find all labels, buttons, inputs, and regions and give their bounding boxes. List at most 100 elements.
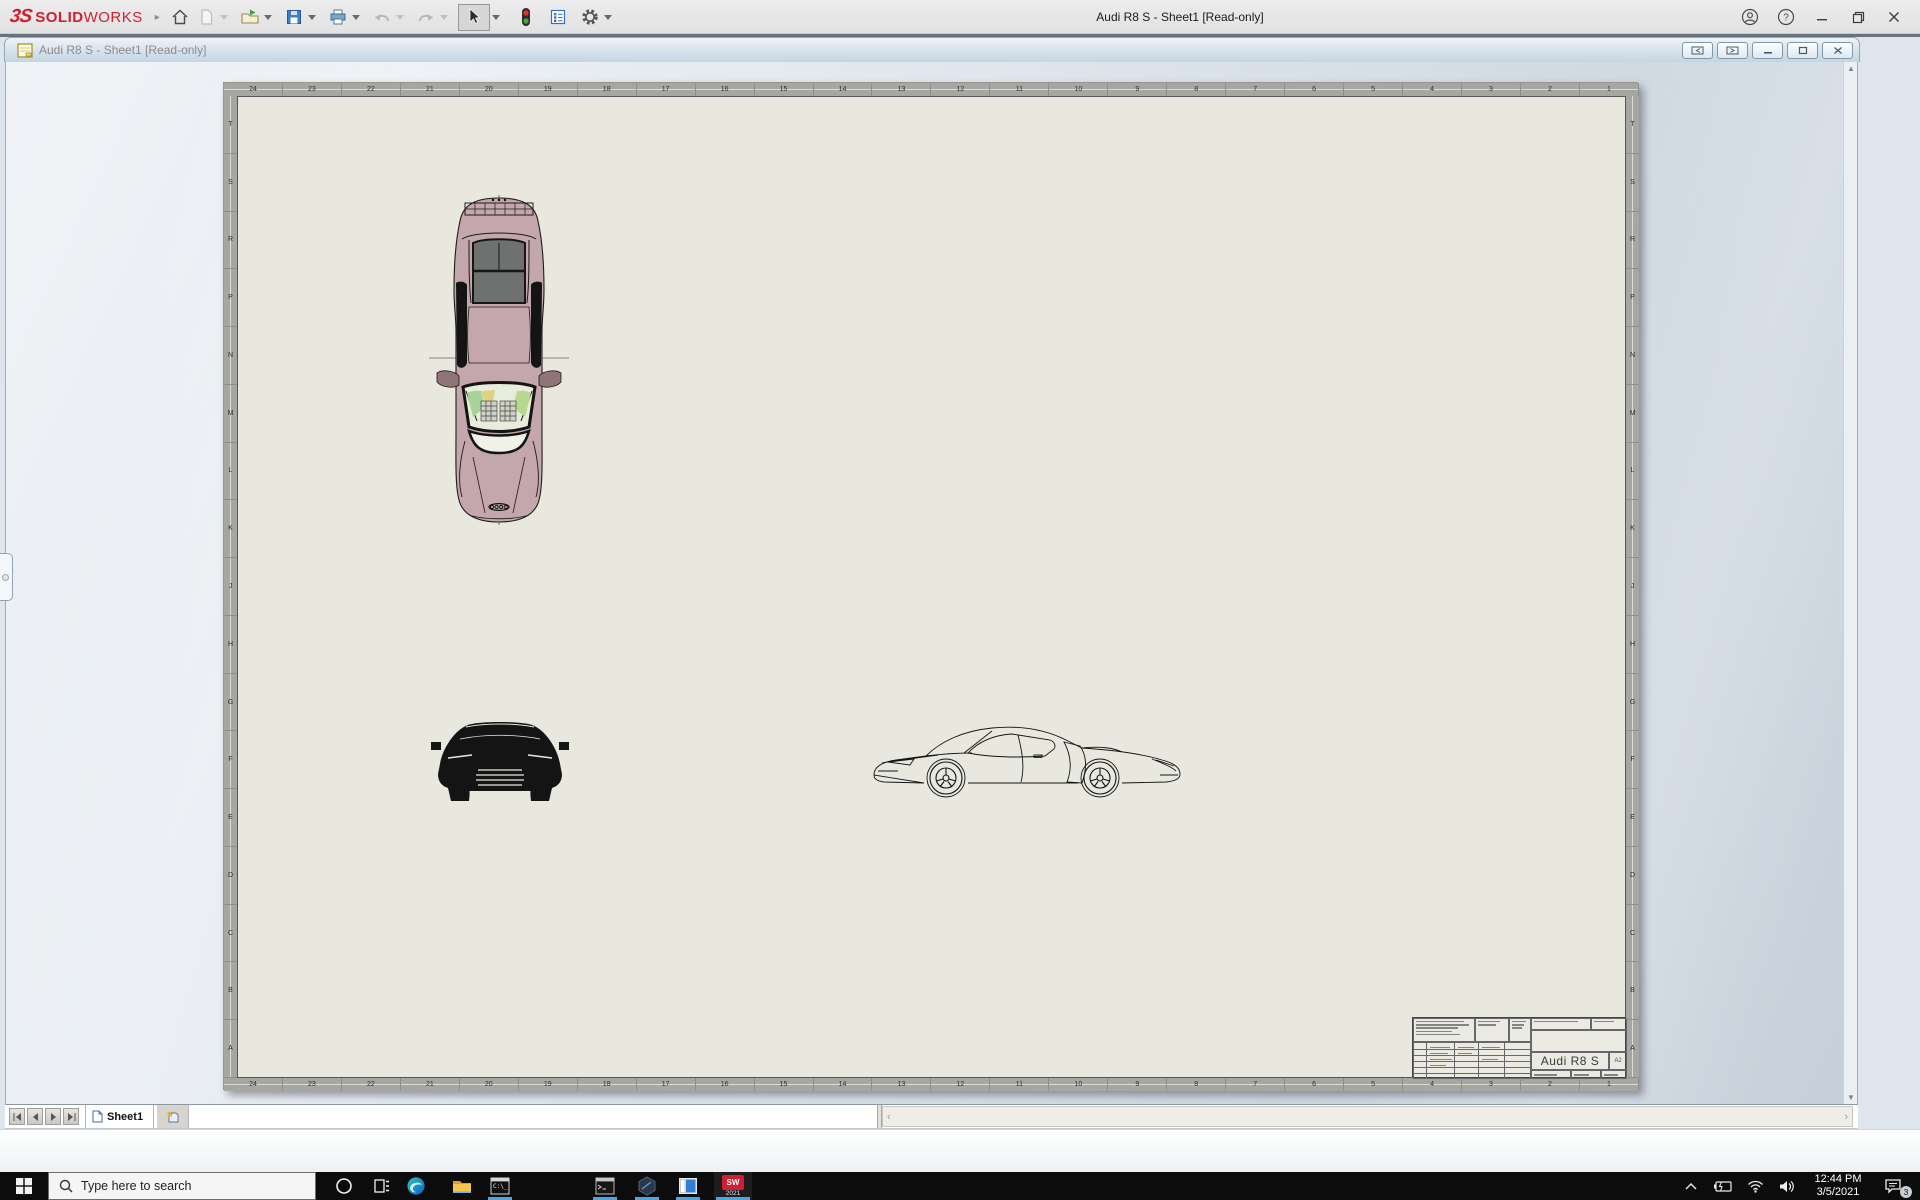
title-block-title: Audi R8 S xyxy=(1531,1052,1609,1070)
doc-dock-right-button[interactable] xyxy=(1717,42,1748,59)
title-block-cell xyxy=(1509,1018,1531,1042)
help-button[interactable]: ? xyxy=(1768,0,1804,34)
open-button[interactable] xyxy=(238,4,262,30)
taskbar-edge-button[interactable] xyxy=(402,1172,430,1200)
last-sheet-button[interactable] xyxy=(63,1108,79,1125)
new-document-dropdown[interactable] xyxy=(218,4,230,30)
sheet-tab-label: Sheet1 xyxy=(107,1110,144,1123)
scroll-up-icon[interactable]: ▲ xyxy=(1847,65,1855,73)
zone-label: 5 xyxy=(1344,1078,1404,1091)
taskbar-terminal2-button[interactable] xyxy=(591,1172,619,1200)
zone-label: 19 xyxy=(519,83,578,96)
tab-sheet1[interactable]: Sheet1 xyxy=(85,1105,155,1128)
undo-button[interactable] xyxy=(370,4,394,30)
search-placeholder: Type here to search xyxy=(81,1179,192,1193)
add-sheet-button[interactable] xyxy=(157,1105,189,1128)
redo-button[interactable] xyxy=(414,4,438,30)
zone-label: D xyxy=(224,847,237,905)
save-button[interactable] xyxy=(282,4,306,30)
zone-label: 7 xyxy=(1226,1078,1286,1091)
home-button[interactable] xyxy=(168,4,192,30)
doc-restore-icon xyxy=(1798,46,1807,55)
zone-label: 7 xyxy=(1226,83,1286,96)
options-button[interactable] xyxy=(578,4,602,30)
brand-bold: SOLID xyxy=(35,8,84,26)
doc-titlebar[interactable]: Audi R8 S - Sheet1 [Read-only] xyxy=(4,37,1860,62)
zone-label: 13 xyxy=(872,1078,932,1091)
file-properties-button[interactable] xyxy=(546,4,570,30)
task-view-icon xyxy=(374,1179,389,1193)
windows-logo-icon xyxy=(16,1178,32,1194)
taskbar-cortana-button[interactable] xyxy=(330,1172,358,1200)
rebuild-stoplight-icon xyxy=(522,8,530,26)
select-dropdown[interactable] xyxy=(490,4,502,30)
zone-label: L xyxy=(1626,443,1639,501)
zone-label: 18 xyxy=(578,1078,637,1091)
doc-dock-left-button[interactable] xyxy=(1682,42,1713,59)
taskbar-clock[interactable]: 12:44 PM 3/5/2021 xyxy=(1804,1172,1872,1200)
print-dropdown[interactable] xyxy=(350,4,362,30)
account-button[interactable] xyxy=(1732,0,1768,34)
taskbar-edrawings-button[interactable] xyxy=(633,1172,661,1200)
taskbar: Type here to search C:\_ SW 2021 12:44 P… xyxy=(0,1172,1920,1200)
feature-panel-handle[interactable] xyxy=(0,553,13,601)
chevron-right-icon[interactable]: ▸ xyxy=(155,12,160,23)
doc-restore-button[interactable] xyxy=(1787,42,1818,59)
options-dropdown[interactable] xyxy=(602,4,614,30)
zone-label: A xyxy=(1626,1020,1639,1079)
save-dropdown[interactable] xyxy=(306,4,318,30)
horizontal-scrollbar[interactable]: ‹ › xyxy=(882,1106,1853,1127)
zone-label: C xyxy=(1626,905,1639,963)
vertical-scrollbar[interactable]: ▲ ▼ xyxy=(1843,62,1857,1104)
save-icon xyxy=(287,10,301,24)
drawing-view-front[interactable] xyxy=(430,712,570,807)
zone-label: 4 xyxy=(1403,1078,1463,1091)
drawing-view-top[interactable] xyxy=(429,195,569,525)
tray-chevron-button[interactable] xyxy=(1680,1172,1702,1200)
drawing-viewport[interactable]: 24 23 22 21 20 19 18 17 16 15 14 13 12 11 10 9 8 7 6 5 4 3 2 1 … xyxy=(5,62,1858,1105)
scroll-left-icon[interactable]: ‹ xyxy=(887,1110,891,1124)
next-sheet-button[interactable] xyxy=(45,1108,61,1125)
zone-label: E xyxy=(224,789,237,847)
restore-button[interactable] xyxy=(1840,0,1876,34)
minimize-button[interactable] xyxy=(1804,0,1840,34)
taskbar-search[interactable]: Type here to search xyxy=(48,1172,316,1200)
sheet-nav-buttons xyxy=(9,1108,79,1125)
drawing-sheet[interactable]: 24 23 22 21 20 19 18 17 16 15 14 13 12 11 10 9 8 7 6 5 4 3 2 1 … xyxy=(223,82,1639,1091)
doc-close-button[interactable] xyxy=(1822,42,1853,59)
zone-label: P xyxy=(1626,269,1639,328)
zone-label: 9 xyxy=(1108,1078,1168,1091)
close-button[interactable] xyxy=(1876,0,1912,34)
previous-sheet-button[interactable] xyxy=(27,1108,43,1125)
scroll-down-icon[interactable]: ▼ xyxy=(1847,1094,1855,1102)
drawing-document-icon xyxy=(17,43,33,58)
start-button[interactable] xyxy=(0,1172,48,1200)
doc-minimize-button[interactable] xyxy=(1752,42,1783,59)
undo-icon xyxy=(374,14,389,22)
notification-center-button[interactable]: 3 xyxy=(1878,1172,1912,1200)
first-sheet-button[interactable] xyxy=(9,1108,25,1125)
zone-label: 11 xyxy=(990,83,1050,96)
zone-ruler-right: TSRPNMLKJHGFEDCBA xyxy=(1626,96,1639,1079)
taskbar-terminal-button[interactable]: C:\_ xyxy=(486,1172,514,1200)
select-button[interactable] xyxy=(458,3,490,31)
scroll-right-icon[interactable]: › xyxy=(1844,1110,1848,1124)
zone-label: D xyxy=(1626,847,1639,905)
tray-battery-button[interactable] xyxy=(1710,1172,1736,1200)
app-titlebar: 3S SOLIDWORKS ▸ Audi R8 S - Sheet1 [Read… xyxy=(0,0,1920,34)
rebuild-button[interactable] xyxy=(514,4,538,30)
taskbar-explorer-button[interactable] xyxy=(448,1172,476,1200)
open-dropdown[interactable] xyxy=(262,4,274,30)
taskbar-solidworks-button[interactable]: SW 2021 xyxy=(714,1172,752,1200)
undo-dropdown[interactable] xyxy=(394,4,406,30)
redo-dropdown[interactable] xyxy=(438,4,450,30)
print-button[interactable] xyxy=(326,4,350,30)
taskbar-taskview-button[interactable] xyxy=(368,1172,396,1200)
taskbar-app-window-button[interactable] xyxy=(674,1172,702,1200)
minimize-icon xyxy=(1817,19,1827,21)
tray-volume-button[interactable] xyxy=(1774,1172,1800,1200)
tray-wifi-button[interactable] xyxy=(1742,1172,1768,1200)
wifi-icon xyxy=(1747,1180,1763,1193)
new-document-button[interactable] xyxy=(194,4,218,30)
drawing-view-side[interactable] xyxy=(868,715,1188,803)
